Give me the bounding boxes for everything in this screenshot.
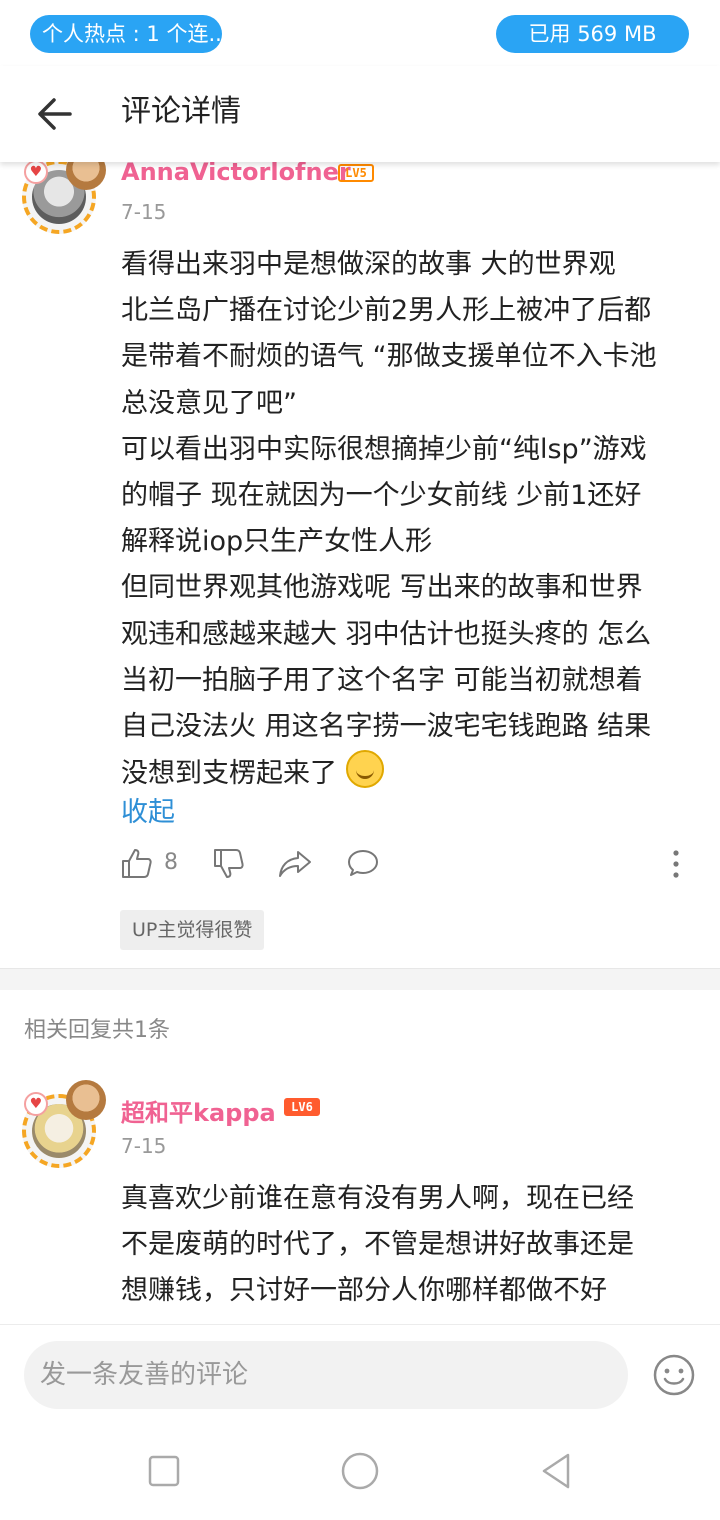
heart-badge-icon: ♥ [24, 160, 48, 184]
comment-username[interactable]: AnnaVictorlofner [121, 158, 351, 186]
triangle-back-icon [542, 1453, 570, 1489]
square-nav-icon [148, 1455, 180, 1487]
top-app-bar: 评论详情 [0, 66, 720, 162]
comment-line: 总没意见了吧” [121, 387, 297, 419]
reply-body: 真喜欢少前谁在意有没有男人啊，现在已经 不是废萌的时代了，不管是想讲好故事还是 … [121, 1176, 701, 1315]
section-divider [0, 968, 720, 990]
reply-date: 7-15 [121, 1134, 167, 1158]
comment-line: 解释说iop只生产女性人形 [121, 526, 433, 558]
like-button[interactable]: 8 [120, 846, 178, 886]
recent-apps-button[interactable] [142, 1449, 186, 1493]
back-arrow-icon[interactable] [30, 88, 82, 140]
comment-line: 没想到支楞起来了 [121, 758, 337, 790]
reply-username[interactable]: 超和平kappa [121, 1093, 276, 1128]
dislike-button[interactable] [212, 846, 246, 886]
comment-line: 但同世界观其他游戏呢 写出来的故事和世界 [121, 572, 643, 604]
laughing-crying-emoji-icon [345, 750, 384, 789]
more-menu-button[interactable] [664, 846, 688, 886]
level-badge: LV6 [284, 1098, 320, 1116]
comment-line: 是带着不耐烦的语气 “那做支援单位不入卡池 [121, 341, 657, 373]
comment-line: 自己没法火 用这名字捞一波宅宅钱跑路 结果 [121, 711, 652, 743]
comment-line: 看得出来羽中是想做深的故事 大的世界观 [121, 249, 616, 280]
thumbs-up-icon [122, 849, 152, 878]
comment-line: 观违和感越来越大 羽中估计也挺头疼的 怎么 [121, 618, 652, 650]
like-count: 8 [164, 850, 178, 875]
comment-date: 7-15 [121, 200, 167, 224]
comment-input[interactable]: 发一条友善的评论 [24, 1341, 628, 1409]
heart-badge-icon: ♥ [24, 1092, 48, 1116]
comment-body: 看得出来羽中是想做深的故事 大的世界观 北兰岛广播在讨论少前2男人形上被冲了后都… [121, 242, 701, 797]
level-badge: LV5 [338, 164, 374, 182]
reply-button[interactable] [346, 846, 380, 886]
comment-actions: 8 [120, 846, 700, 886]
reply-line: 想赚钱，只讨好一部分人你哪样都做不好 [121, 1275, 607, 1307]
share-button[interactable] [278, 846, 312, 886]
hotspot-status-pill[interactable]: 个人热点 : 1 个连... [30, 15, 222, 53]
speech-bubble-icon [348, 850, 378, 876]
reply-count-label: 相关回复共1条 [24, 1018, 170, 1043]
home-button[interactable] [338, 1449, 382, 1493]
back-nav-button[interactable] [534, 1449, 578, 1493]
smiley-face-icon [653, 1354, 695, 1396]
share-arrow-icon [279, 851, 311, 877]
comment-line: 可以看出羽中实际很想摘掉少前“纯lsp”游戏 [121, 433, 647, 465]
circle-nav-icon [341, 1452, 379, 1490]
reply-line: 不是废萌的时代了，不管是想讲好故事还是 [121, 1229, 634, 1261]
comment-last-line: 没想到支楞起来了 [121, 750, 701, 797]
thumbs-down-icon [214, 849, 244, 878]
comment-line: 北兰岛广播在讨论少前2男人形上被冲了后都 [121, 295, 652, 327]
status-bar: 个人热点 : 1 个连... 已用 569 MB [0, 0, 720, 66]
comment-line: 当初一拍脑子用了这个名字 可能当初就想着 [121, 664, 643, 696]
reply-line: 真喜欢少前谁在意有没有男人啊，现在已经 [121, 1183, 634, 1214]
up-liked-tag: UP主觉得很赞 [120, 910, 265, 950]
avatar-pendant-icon [66, 1080, 106, 1120]
more-vertical-icon [673, 850, 679, 878]
page-title: 评论详情 [121, 94, 241, 129]
bottom-bar: 发一条友善的评论 [0, 1324, 720, 1520]
data-usage-pill[interactable]: 已用 569 MB [496, 15, 689, 53]
collapse-link[interactable]: 收起 [121, 790, 175, 829]
comment-line: 的帽子 现在就因为一个少女前线 少前1还好 [121, 480, 642, 512]
emoji-picker-button[interactable] [652, 1353, 696, 1397]
